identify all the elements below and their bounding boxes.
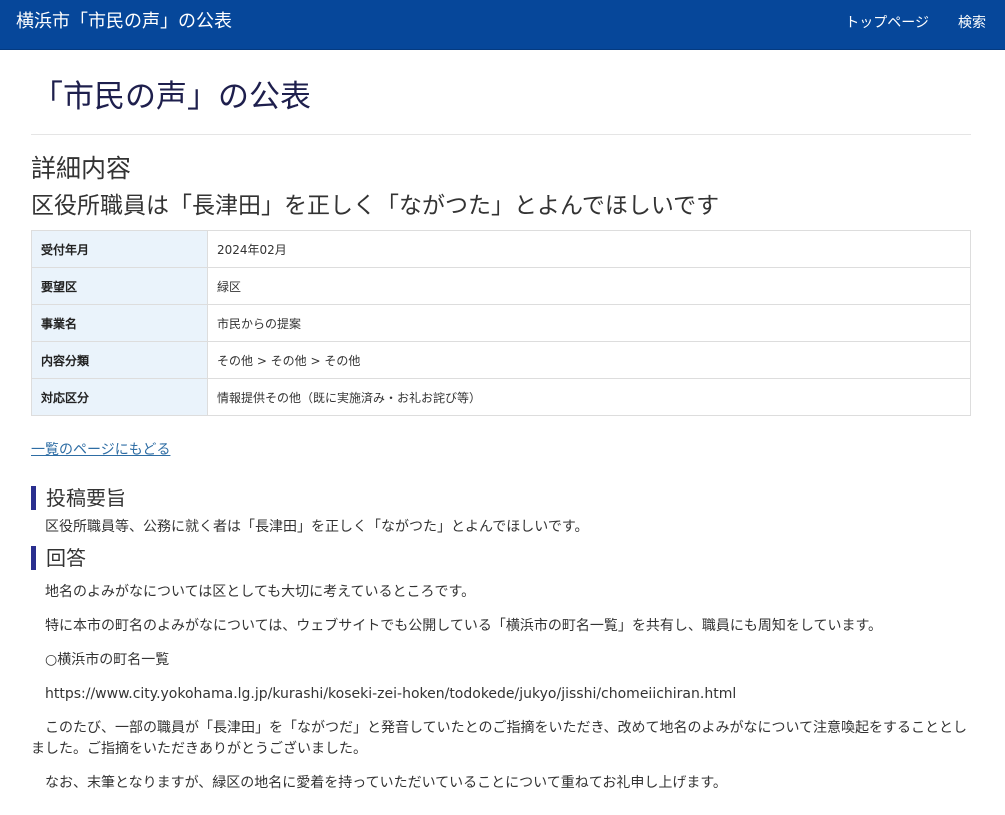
row-label-received-month: 受付年月 xyxy=(31,230,208,268)
answer-paragraph: ○横浜市の町名一覧 xyxy=(45,652,170,668)
table-row: 内容分類 その他 > その他 > その他 xyxy=(31,341,971,379)
nav-top-page-link[interactable]: トップページ xyxy=(845,13,929,33)
answer-url: https://www.city.yokohama.lg.jp/kurashi/… xyxy=(45,686,737,702)
divider xyxy=(31,134,971,135)
answer-paragraph: 地名のよみがなについては区としても大切に考えているところです。 xyxy=(45,584,476,600)
answer-paragraph: なお、末筆となりますが、緑区の地名に愛着を持っていただいていることについて重ねて… xyxy=(45,775,727,791)
detail-table: 受付年月 2024年02月 要望区 緑区 事業名 市民からの提案 内容分類 その… xyxy=(31,230,971,416)
nav-menu: トップページ 検索 xyxy=(845,13,986,33)
nav-search-link[interactable]: 検索 xyxy=(958,13,986,33)
row-value-category: その他 > その他 > その他 xyxy=(207,341,971,379)
gist-heading: 投稿要旨 xyxy=(31,486,971,510)
table-row: 事業名 市民からの提案 xyxy=(31,304,971,342)
row-label-ward: 要望区 xyxy=(31,267,208,305)
gist-text: 区役所職員等、公務に就く者は「長津田」を正しく「ながつた」とよんでほしいです。 xyxy=(45,519,589,535)
main-content: 「市民の声」の公表 詳細内容 区役所職員は「長津田」を正しく「ながつた」とよんで… xyxy=(31,50,971,794)
section-title: 詳細内容 xyxy=(31,154,132,183)
answer-section: 回答 地名のよみがなについては区としても大切に考えているところです。 特に本市の… xyxy=(31,546,971,794)
row-label-category: 内容分類 xyxy=(31,341,208,379)
row-label-project: 事業名 xyxy=(31,304,208,342)
back-to-list-link[interactable]: 一覧のページにもどる xyxy=(31,439,170,459)
row-value-response-type: 情報提供その他（既に実施済み・お礼お詫び等） xyxy=(207,378,971,416)
row-value-ward: 緑区 xyxy=(207,267,971,305)
item-title: 区役所職員は「長津田」を正しく「ながつた」とよんでほしいです xyxy=(31,193,720,219)
site-brand-link[interactable]: 横浜市「市民の声」の公表 xyxy=(16,10,232,34)
answer-paragraph: 特に本市の町名のよみがなについては、ウェブサイトでも公開している「横浜市の町名一… xyxy=(45,618,883,634)
table-row: 対応区分 情報提供その他（既に実施済み・お礼お詫び等） xyxy=(31,378,971,416)
page-title: 「市民の声」の公表 xyxy=(32,79,311,115)
table-row: 受付年月 2024年02月 xyxy=(31,230,971,268)
answer-paragraph: このたび、一部の職員が「長津田」を「ながつだ」と発音していたとのご指摘をいただき… xyxy=(31,720,968,757)
row-label-response-type: 対応区分 xyxy=(31,378,208,416)
answer-heading: 回答 xyxy=(31,546,971,570)
top-navbar: 横浜市「市民の声」の公表 トップページ 検索 xyxy=(0,0,1005,50)
table-row: 要望区 緑区 xyxy=(31,267,971,305)
row-value-project: 市民からの提案 xyxy=(207,304,971,342)
row-value-received-month: 2024年02月 xyxy=(207,230,971,268)
